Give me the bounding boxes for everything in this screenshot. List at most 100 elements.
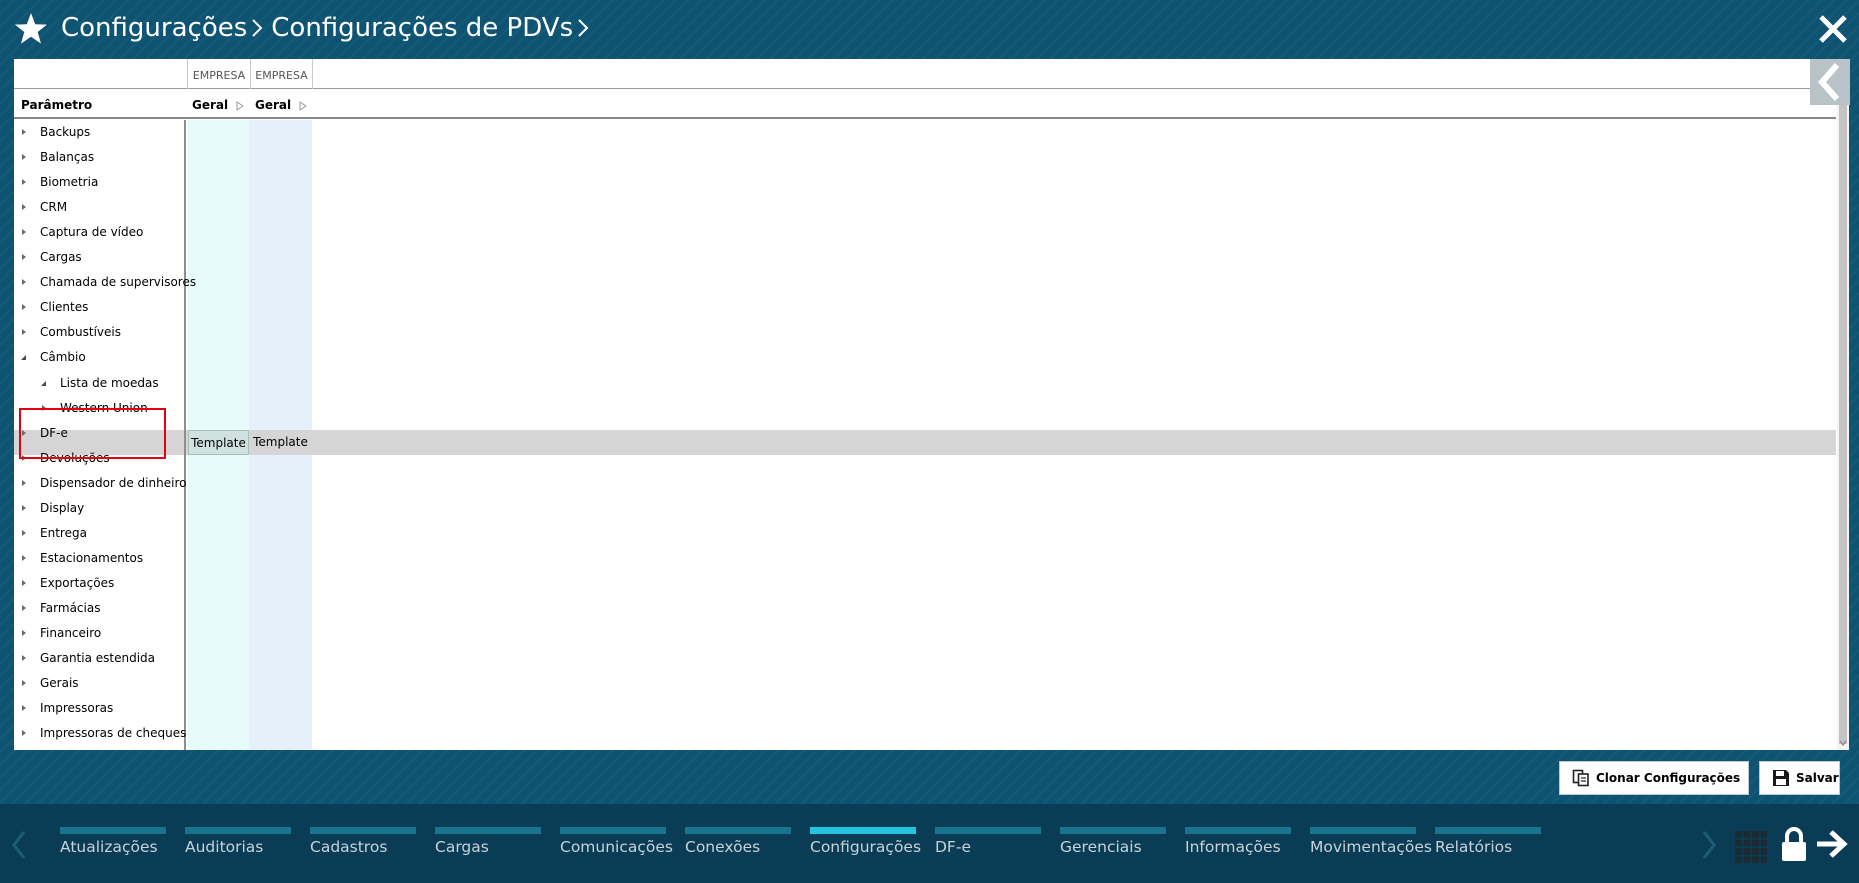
caret-down-icon[interactable] bbox=[41, 379, 47, 387]
nav-item-indicator bbox=[935, 827, 1041, 834]
chevron-right-icon[interactable] bbox=[573, 10, 597, 46]
nav-item[interactable]: Cargas bbox=[435, 824, 541, 864]
close-icon[interactable] bbox=[1818, 14, 1848, 44]
tree-item[interactable]: Chamada de supervisores bbox=[14, 270, 196, 295]
caret-right-icon[interactable] bbox=[21, 479, 27, 487]
nav-item[interactable]: Relatórios bbox=[1435, 824, 1541, 864]
tree-item[interactable]: Gerais bbox=[14, 671, 186, 696]
nav-item[interactable]: Gerenciais bbox=[1060, 824, 1166, 864]
caret-right-icon[interactable] bbox=[21, 629, 27, 637]
caret-right-icon[interactable] bbox=[21, 554, 27, 562]
tree-item[interactable]: Clientes bbox=[14, 295, 186, 320]
nav-item[interactable]: DF-e bbox=[935, 824, 1041, 864]
tree-item[interactable]: Lista de moedas bbox=[14, 371, 186, 396]
tree-item[interactable]: DF-e bbox=[14, 421, 186, 446]
chevron-left-icon[interactable] bbox=[10, 830, 28, 860]
tree-item[interactable]: Captura de vídeo bbox=[14, 220, 186, 245]
tree-item-label: Western Union bbox=[60, 401, 148, 415]
arrow-right-icon[interactable] bbox=[1815, 828, 1849, 860]
caret-right-icon[interactable] bbox=[21, 704, 27, 712]
nav-item-label: Cadastros bbox=[310, 838, 388, 856]
grid-body: Backups Balanças Biometria CRM Captura de ví… bbox=[14, 120, 1836, 750]
tree-item[interactable]: Balanças bbox=[14, 145, 186, 170]
tree-item[interactable]: Biometria bbox=[14, 170, 186, 195]
caret-right-icon[interactable] bbox=[21, 579, 27, 587]
caret-right-icon[interactable] bbox=[299, 101, 307, 111]
tree-item[interactable]: Combustíveis bbox=[14, 320, 186, 345]
column-group-empresa: EMPRESA bbox=[250, 59, 313, 89]
caret-right-icon[interactable] bbox=[21, 429, 27, 437]
nav-item-label: Cargas bbox=[435, 838, 489, 856]
nav-item-label: Relatórios bbox=[1435, 838, 1513, 856]
lock-icon[interactable] bbox=[1780, 826, 1808, 862]
apps-grid-icon[interactable] bbox=[1735, 831, 1767, 863]
nav-item[interactable]: Cadastros bbox=[310, 824, 416, 864]
tree-item[interactable]: Entrega bbox=[14, 521, 186, 546]
tree-item[interactable]: Display bbox=[14, 496, 186, 521]
nav-item-label: Atualizações bbox=[60, 838, 158, 856]
column-group-header-row: EMPRESA EMPRESA bbox=[14, 59, 1836, 89]
caret-right-icon[interactable] bbox=[21, 604, 27, 612]
star-icon[interactable] bbox=[14, 12, 48, 46]
caret-right-icon[interactable] bbox=[21, 228, 27, 236]
tree-item[interactable]: Impressoras de cheques bbox=[14, 721, 186, 746]
parametro-header: Parâmetro bbox=[21, 98, 93, 112]
tree-item[interactable]: Western Union bbox=[14, 396, 186, 421]
tree-item[interactable]: Farmácias bbox=[14, 596, 186, 621]
column-header-geral[interactable]: Geral bbox=[255, 98, 291, 112]
caret-right-icon[interactable] bbox=[21, 153, 27, 161]
breadcrumb-item-configuracoes-pdvs[interactable]: Configurações de PDVs bbox=[271, 13, 573, 43]
clone-configurations-label: Clonar Configurações bbox=[1596, 771, 1741, 785]
clone-configurations-button[interactable]: Clonar Configurações bbox=[1559, 761, 1749, 795]
nav-item[interactable]: Comunicações bbox=[560, 824, 673, 864]
nav-item-label: Conexões bbox=[685, 838, 761, 856]
breadcrumb-item-configuracoes[interactable]: Configurações bbox=[61, 13, 247, 43]
caret-right-icon[interactable] bbox=[21, 178, 27, 186]
caret-right-icon[interactable] bbox=[21, 504, 27, 512]
collapse-panel-button[interactable] bbox=[1810, 59, 1850, 105]
tree-item[interactable]: Backups bbox=[14, 120, 186, 145]
caret-right-icon[interactable] bbox=[21, 303, 27, 311]
tree-item[interactable]: Câmbio bbox=[14, 345, 186, 370]
tree-item-label: Biometria bbox=[40, 175, 99, 189]
nav-item[interactable]: Movimentações bbox=[1310, 824, 1432, 864]
tree-item[interactable]: Exportações bbox=[14, 571, 186, 596]
tree-item[interactable]: Devoluções bbox=[14, 446, 186, 471]
cell-template[interactable]: Template bbox=[249, 430, 312, 455]
tree-item[interactable]: Cargas bbox=[14, 245, 186, 270]
column-header-geral[interactable]: Geral bbox=[192, 98, 228, 112]
tree-item-label: Balanças bbox=[40, 150, 95, 164]
nav-item[interactable]: Informações bbox=[1185, 824, 1291, 864]
scrollbar-thumb[interactable] bbox=[1839, 104, 1847, 744]
caret-right-icon[interactable] bbox=[236, 101, 244, 111]
tree-item[interactable]: Estacionamentos bbox=[14, 546, 186, 571]
nav-item[interactable]: Auditorias bbox=[185, 824, 291, 864]
cell-template[interactable]: Template bbox=[188, 430, 249, 455]
tree-item[interactable]: Financeiro bbox=[14, 621, 186, 646]
caret-right-icon[interactable] bbox=[21, 253, 27, 261]
breadcrumb: Configurações Configurações de PDVs bbox=[61, 10, 597, 46]
nav-item[interactable]: Conexões bbox=[685, 824, 791, 864]
nav-item[interactable]: Configurações bbox=[810, 824, 921, 864]
caret-right-icon[interactable] bbox=[41, 404, 47, 412]
caret-right-icon[interactable] bbox=[21, 328, 27, 336]
caret-right-icon[interactable] bbox=[21, 729, 27, 737]
tree-item[interactable]: Dispensador de dinheiro bbox=[14, 471, 186, 496]
tree-item[interactable]: Impressoras bbox=[14, 696, 186, 721]
nav-item-label: Movimentações bbox=[1310, 838, 1432, 856]
tree-item[interactable]: Garantia estendida bbox=[14, 646, 186, 671]
caret-down-icon[interactable] bbox=[21, 353, 27, 361]
caret-right-icon[interactable] bbox=[21, 278, 27, 286]
nav-item-indicator bbox=[685, 827, 791, 834]
caret-right-icon[interactable] bbox=[21, 654, 27, 662]
caret-right-icon[interactable] bbox=[21, 529, 27, 537]
caret-right-icon[interactable] bbox=[21, 679, 27, 687]
caret-right-icon[interactable] bbox=[21, 128, 27, 136]
caret-right-icon[interactable] bbox=[21, 454, 27, 462]
nav-item[interactable]: Atualizações bbox=[60, 824, 166, 864]
caret-right-icon[interactable] bbox=[21, 203, 27, 211]
chevron-right-icon[interactable] bbox=[1700, 830, 1718, 860]
save-button[interactable]: Salvar bbox=[1759, 761, 1840, 795]
scroll-down-icon[interactable] bbox=[1838, 738, 1848, 748]
tree-item[interactable]: CRM bbox=[14, 195, 186, 220]
